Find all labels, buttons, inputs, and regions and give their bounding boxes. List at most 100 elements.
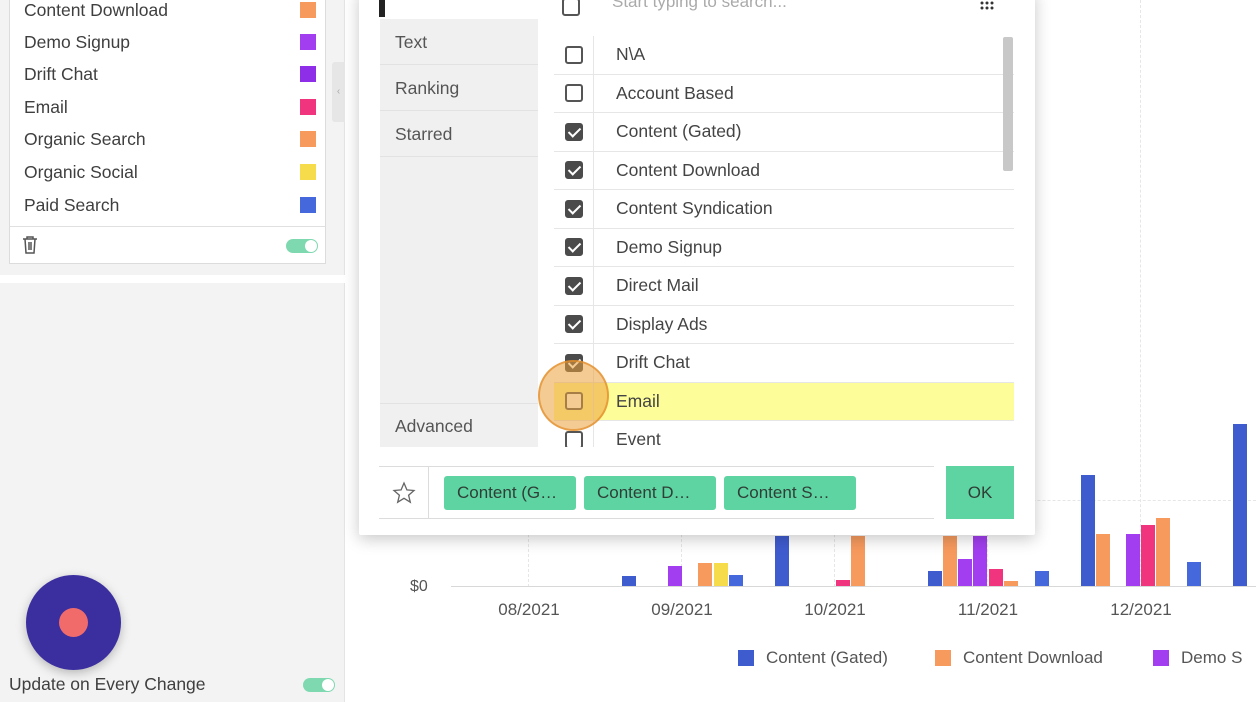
bar[interactable] bbox=[928, 571, 942, 586]
option-checkbox[interactable] bbox=[564, 45, 583, 64]
option-checkbox[interactable] bbox=[564, 430, 583, 447]
search-input[interactable] bbox=[612, 0, 912, 12]
divider bbox=[0, 275, 345, 283]
chart-legend-item[interactable]: Content (Gated) bbox=[738, 648, 888, 668]
bar[interactable] bbox=[698, 563, 712, 586]
ok-button[interactable]: OK bbox=[946, 466, 1014, 519]
option-label: Content (Gated) bbox=[616, 121, 742, 142]
bar[interactable] bbox=[1187, 562, 1201, 586]
bar[interactable] bbox=[958, 559, 972, 586]
option-list-scrollbar[interactable] bbox=[1003, 37, 1013, 171]
legend-swatch bbox=[738, 650, 754, 666]
bar[interactable] bbox=[1141, 525, 1155, 586]
option-label: Direct Mail bbox=[616, 275, 699, 296]
option-checkbox[interactable] bbox=[564, 199, 583, 218]
option-checkbox[interactable] bbox=[564, 315, 583, 334]
legend-toggle[interactable] bbox=[286, 239, 318, 253]
option-checkbox[interactable] bbox=[564, 161, 583, 180]
category-starred[interactable]: Starred bbox=[380, 111, 538, 157]
bar[interactable] bbox=[1096, 534, 1110, 586]
legend-label: Content (Gated) bbox=[766, 648, 888, 667]
bar[interactable] bbox=[1035, 571, 1049, 586]
legend-swatch bbox=[300, 131, 316, 147]
star-icon bbox=[391, 480, 416, 504]
bar[interactable] bbox=[1004, 581, 1018, 586]
option-label: Display Ads bbox=[616, 313, 708, 334]
option-label: N\A bbox=[616, 44, 646, 65]
legend-item[interactable]: Organic Social bbox=[24, 157, 316, 187]
bar[interactable] bbox=[1233, 424, 1247, 586]
option-row[interactable]: Account Based bbox=[554, 74, 1014, 113]
option-checkbox[interactable] bbox=[564, 84, 583, 103]
category-panel: Text Ranking Starred Advanced bbox=[380, 19, 538, 447]
legend-item[interactable]: Demo Signup bbox=[24, 27, 316, 57]
update-on-change-toggle[interactable] bbox=[303, 678, 335, 692]
option-row[interactable]: Content Download bbox=[554, 151, 1014, 190]
legend-swatch bbox=[1153, 650, 1169, 666]
legend-swatch bbox=[300, 34, 316, 50]
legend-item[interactable]: Drift Chat bbox=[24, 59, 316, 89]
bar[interactable] bbox=[1156, 518, 1170, 586]
bar[interactable] bbox=[622, 576, 636, 586]
option-label: Content Syndication bbox=[616, 198, 773, 219]
legend-swatch bbox=[300, 164, 316, 180]
selected-chip[interactable]: Content S… bbox=[724, 476, 856, 510]
bar[interactable] bbox=[668, 566, 682, 586]
bar[interactable] bbox=[714, 563, 728, 586]
legend-label: Demo S bbox=[1181, 648, 1243, 667]
option-row[interactable]: Drift Chat bbox=[554, 344, 1014, 383]
legend-item-label: Organic Search bbox=[24, 128, 146, 149]
legend-item-label: Organic Social bbox=[24, 161, 138, 182]
x-tick-label: 09/2021 bbox=[651, 600, 713, 619]
legend-item[interactable]: Organic Search bbox=[24, 124, 316, 154]
grid-menu-icon[interactable] bbox=[980, 0, 994, 14]
record-button[interactable] bbox=[26, 575, 121, 670]
option-row[interactable]: Event bbox=[554, 421, 1014, 447]
legend-item[interactable]: Email bbox=[24, 92, 316, 122]
record-dot-icon bbox=[59, 608, 88, 637]
chart-legend-item[interactable]: Demo S bbox=[1153, 648, 1242, 668]
legend-swatch bbox=[300, 2, 316, 18]
legend-swatch bbox=[300, 99, 316, 115]
bar[interactable] bbox=[1081, 475, 1095, 586]
bar[interactable] bbox=[989, 569, 1003, 586]
category-ranking[interactable]: Ranking bbox=[380, 65, 538, 111]
option-row-highlighted[interactable]: Email bbox=[554, 382, 1014, 421]
bar[interactable] bbox=[836, 580, 850, 586]
option-row[interactable]: Content (Gated) bbox=[554, 113, 1014, 152]
bar[interactable] bbox=[775, 536, 789, 586]
y-tick-label: $0 bbox=[410, 578, 428, 595]
category-text[interactable]: Text bbox=[380, 19, 538, 65]
category-advanced[interactable]: Advanced bbox=[380, 403, 538, 447]
legend-item-label: Drift Chat bbox=[24, 63, 98, 84]
panel-collapse-handle[interactable]: ‹ bbox=[332, 62, 345, 122]
option-row[interactable]: Direct Mail bbox=[554, 267, 1014, 306]
legend-card: Content Download Demo Signup Drift Chat … bbox=[9, 0, 326, 264]
selected-chips-bar: Content (G… Content D… Content S… bbox=[379, 466, 934, 519]
legend-item[interactable]: Content Download bbox=[24, 0, 316, 25]
bar[interactable] bbox=[943, 536, 957, 586]
legend-swatch bbox=[300, 197, 316, 213]
selected-chip[interactable]: Content D… bbox=[584, 476, 716, 510]
option-row[interactable]: N\A bbox=[554, 36, 1014, 75]
trash-icon[interactable] bbox=[21, 235, 39, 255]
drag-handle[interactable] bbox=[379, 0, 385, 17]
selected-chip[interactable]: Content (G… bbox=[444, 476, 576, 510]
option-checkbox[interactable] bbox=[564, 122, 583, 141]
bar[interactable] bbox=[973, 536, 987, 586]
option-checkbox[interactable] bbox=[564, 238, 583, 257]
star-button[interactable] bbox=[379, 467, 429, 518]
legend-item-label: Demo Signup bbox=[24, 31, 131, 52]
legend-swatch bbox=[935, 650, 951, 666]
bar[interactable] bbox=[1126, 534, 1140, 586]
legend-item[interactable]: Paid Search bbox=[24, 190, 316, 220]
bar[interactable] bbox=[729, 575, 743, 586]
option-row[interactable]: Content Syndication bbox=[554, 190, 1014, 229]
bar[interactable] bbox=[851, 536, 865, 586]
option-row[interactable]: Demo Signup bbox=[554, 228, 1014, 267]
chart-legend-item[interactable]: Content Download bbox=[935, 648, 1103, 668]
option-row[interactable]: Display Ads bbox=[554, 305, 1014, 344]
select-all-checkbox[interactable] bbox=[562, 0, 580, 16]
x-tick-label: 08/2021 bbox=[498, 600, 560, 619]
option-checkbox[interactable] bbox=[564, 276, 583, 295]
